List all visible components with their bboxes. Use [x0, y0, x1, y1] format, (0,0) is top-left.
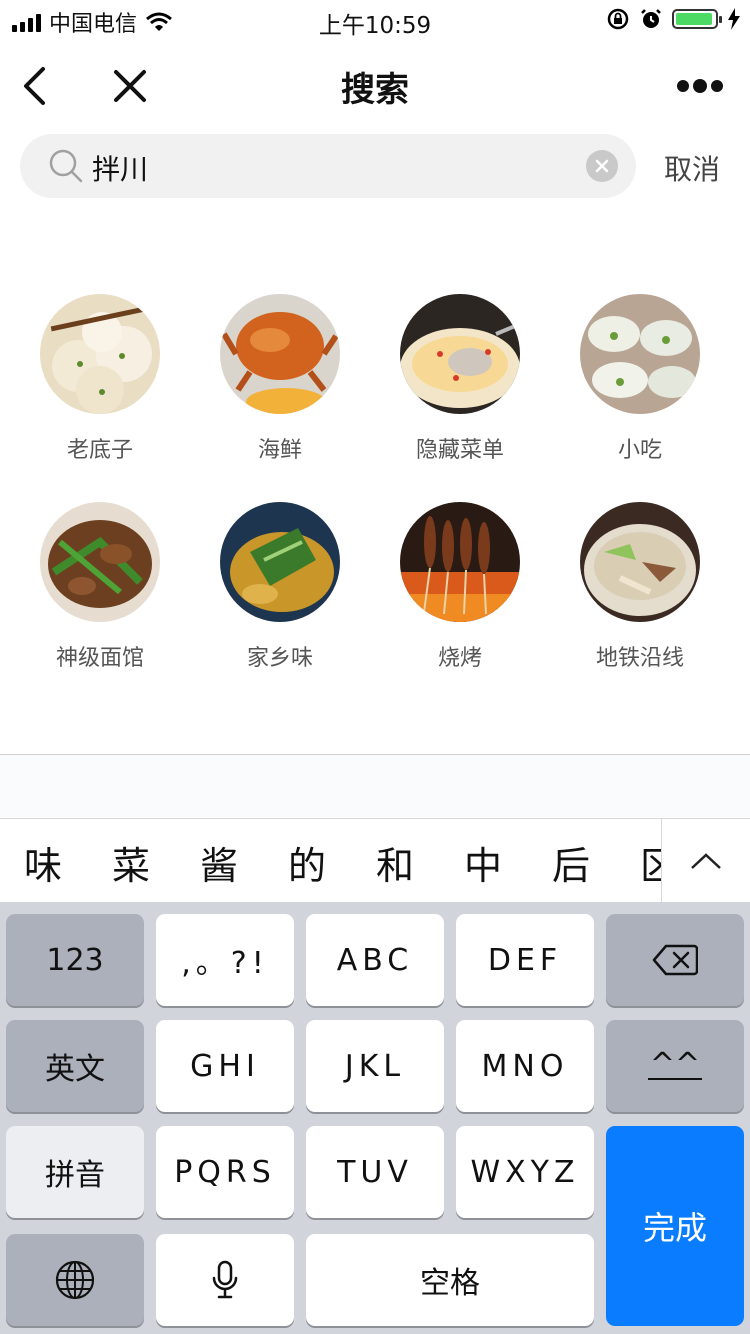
category-image: [40, 502, 160, 622]
alarm-icon: [641, 9, 661, 28]
keyboard: 123 ,。?! ABC DEF 英文 GHI JKL MNO ^^ 拼音 PQ…: [0, 902, 750, 1334]
category-item[interactable]: 小吃: [550, 294, 730, 464]
key-tuv[interactable]: TUV: [306, 1126, 444, 1218]
key-123[interactable]: 123: [6, 914, 144, 1006]
key-jkl[interactable]: JKL: [306, 1020, 444, 1112]
battery-icon: [672, 9, 722, 29]
globe-icon: [55, 1260, 95, 1300]
search-query: 拌川: [92, 153, 149, 186]
candidate-item[interactable]: 味: [24, 835, 62, 890]
category-image: [400, 294, 520, 414]
done-key[interactable]: 完成: [606, 1126, 744, 1326]
category-image: [400, 502, 520, 622]
search-icon: [49, 149, 83, 183]
more-button[interactable]: [672, 62, 728, 110]
input-area: [0, 755, 750, 817]
category-item[interactable]: 家乡味: [190, 502, 370, 672]
category-item[interactable]: 烧烤: [370, 502, 550, 672]
candidate-item[interactable]: 酱: [200, 835, 238, 890]
candidate-bar: 味 菜 酱 的 和 中 后 区: [0, 818, 750, 904]
more-icon: [677, 79, 723, 93]
key-def[interactable]: DEF: [456, 914, 594, 1006]
cancel-button[interactable]: 取消: [664, 148, 720, 188]
search-input[interactable]: 拌川: [20, 134, 636, 198]
candidate-item[interactable]: 菜: [112, 835, 150, 890]
microphone-icon: [212, 1260, 238, 1299]
category-label: 海鲜: [257, 438, 302, 463]
candidate-item[interactable]: 和: [376, 835, 414, 890]
chevron-up-icon: [691, 853, 721, 869]
category-label: 家乡味: [246, 646, 313, 671]
category-image: [220, 502, 340, 622]
key-punctuation[interactable]: ,。?!: [156, 914, 294, 1006]
status-bar: 中国电信 上午10:59: [0, 0, 750, 40]
clear-button[interactable]: [586, 150, 618, 182]
category-grid: 老底子 海鲜 隐藏菜单 小吃 神级面馆 家乡味 烧烤 地铁沿线: [10, 294, 730, 672]
key-mno[interactable]: MNO: [456, 1020, 594, 1112]
category-image: [580, 294, 700, 414]
category-item[interactable]: 老底子: [10, 294, 190, 464]
key-pqrs[interactable]: PQRS: [156, 1126, 294, 1218]
nav-bar: 搜索: [0, 50, 750, 120]
emoji-key-label: ^^: [647, 1047, 703, 1082]
category-image: [40, 294, 160, 414]
key-emoji[interactable]: ^^: [606, 1020, 744, 1112]
category-image: [220, 294, 340, 414]
backspace-key[interactable]: [606, 914, 744, 1006]
key-english[interactable]: 英文: [6, 1020, 144, 1112]
category-item[interactable]: 地铁沿线: [550, 502, 730, 672]
key-ghi[interactable]: GHI: [156, 1020, 294, 1112]
category-label: 隐藏菜单: [415, 438, 504, 463]
category-item[interactable]: 隐藏菜单: [370, 294, 550, 464]
category-label: 地铁沿线: [595, 646, 684, 671]
category-image: [580, 502, 700, 622]
clear-icon: [595, 159, 609, 173]
microphone-key[interactable]: [156, 1234, 294, 1326]
category-item[interactable]: 海鲜: [190, 294, 370, 464]
category-label: 烧烤: [437, 646, 482, 671]
category-label: 老底子: [66, 438, 133, 463]
candidate-item[interactable]: 后: [552, 835, 590, 890]
category-item[interactable]: 神级面馆: [10, 502, 190, 672]
space-key[interactable]: 空格: [306, 1234, 594, 1326]
charging-icon: [728, 8, 740, 30]
candidate-item[interactable]: 中: [464, 835, 502, 890]
candidate-item[interactable]: 的: [288, 835, 326, 890]
key-wxyz[interactable]: WXYZ: [456, 1126, 594, 1218]
category-label: 小吃: [617, 438, 662, 463]
backspace-icon: [652, 944, 698, 976]
category-label: 神级面馆: [55, 646, 144, 671]
key-abc[interactable]: ABC: [306, 914, 444, 1006]
page-title: 搜索: [341, 70, 409, 110]
rotation-lock-icon: [607, 8, 629, 30]
globe-key[interactable]: [6, 1234, 144, 1326]
key-pinyin[interactable]: 拼音: [6, 1126, 144, 1218]
expand-candidates-button[interactable]: [661, 819, 750, 903]
